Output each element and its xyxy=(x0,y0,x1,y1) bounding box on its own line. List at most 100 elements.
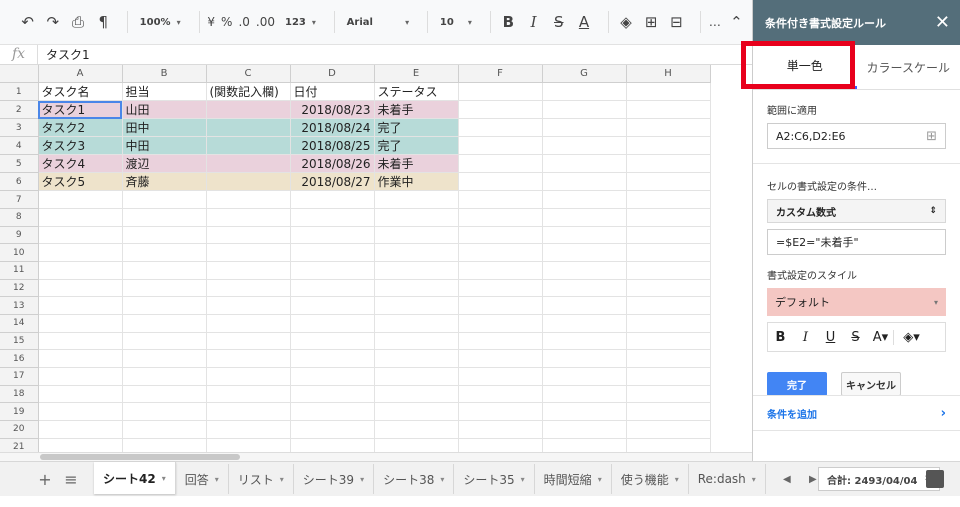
cell[interactable] xyxy=(206,332,291,351)
cell[interactable] xyxy=(626,420,711,439)
cell[interactable] xyxy=(206,367,291,386)
cell[interactable] xyxy=(38,349,123,369)
cell[interactable]: 完了 xyxy=(374,136,459,156)
cell[interactable] xyxy=(542,118,627,138)
increase-decimal-button[interactable]: .00 xyxy=(256,9,275,35)
cell[interactable]: (関数記入欄) xyxy=(206,82,291,102)
cell[interactable] xyxy=(626,172,711,192)
cell[interactable] xyxy=(206,314,291,333)
cell[interactable] xyxy=(374,279,459,298)
cell[interactable]: 2018/08/23 xyxy=(290,100,375,120)
cell[interactable] xyxy=(374,208,459,227)
cell[interactable] xyxy=(206,243,291,262)
cell[interactable] xyxy=(458,402,543,422)
fill-color-icon[interactable]: ◈▾ xyxy=(893,329,929,345)
cell[interactable] xyxy=(626,314,711,333)
cell[interactable] xyxy=(542,332,627,351)
done-button[interactable]: 完了 xyxy=(767,372,827,396)
borders-icon[interactable]: ⊞ xyxy=(642,9,661,35)
cell[interactable] xyxy=(38,367,123,386)
sheet-tab[interactable]: リスト xyxy=(229,464,294,494)
sheet-tab[interactable]: 使う機能 xyxy=(612,464,689,494)
cell[interactable] xyxy=(458,243,543,262)
merge-cells-icon[interactable]: ⊟ xyxy=(667,9,686,35)
row-header[interactable]: 20 xyxy=(0,420,39,439)
cell[interactable] xyxy=(206,296,291,315)
print-icon[interactable]: ⎙ xyxy=(68,9,87,35)
column-header[interactable]: D xyxy=(290,65,375,84)
cell[interactable] xyxy=(206,208,291,227)
cell[interactable] xyxy=(374,243,459,262)
cell[interactable] xyxy=(206,172,291,192)
cell[interactable] xyxy=(458,261,543,280)
cell[interactable] xyxy=(626,208,711,227)
cell[interactable] xyxy=(374,190,459,209)
cell[interactable]: 田中 xyxy=(122,118,207,138)
row-header[interactable]: 18 xyxy=(0,385,39,404)
cell[interactable] xyxy=(374,420,459,439)
cell[interactable] xyxy=(542,296,627,315)
column-header[interactable]: C xyxy=(206,65,291,84)
cell[interactable] xyxy=(290,349,375,369)
cell[interactable] xyxy=(458,208,543,227)
bold-icon[interactable]: B xyxy=(768,330,793,345)
cell[interactable]: 2018/08/25 xyxy=(290,136,375,156)
fill-color-icon[interactable]: ◈ xyxy=(616,9,635,35)
scrollbar-thumb[interactable] xyxy=(40,454,240,460)
cell[interactable] xyxy=(122,332,207,351)
strikethrough-icon[interactable]: S xyxy=(843,330,868,345)
cell[interactable] xyxy=(38,208,123,227)
cell[interactable] xyxy=(626,226,711,245)
cell[interactable] xyxy=(374,296,459,315)
cell[interactable] xyxy=(38,385,123,404)
redo-icon[interactable]: ↷ xyxy=(43,9,62,35)
cell[interactable] xyxy=(38,243,123,262)
currency-button[interactable]: ¥ xyxy=(207,9,215,35)
cell[interactable] xyxy=(38,314,123,333)
style-preset-select[interactable]: デフォルト ▾ xyxy=(767,288,946,316)
cell[interactable] xyxy=(626,261,711,280)
cell[interactable] xyxy=(206,261,291,280)
cell[interactable] xyxy=(206,385,291,404)
cell[interactable] xyxy=(38,279,123,298)
cell[interactable] xyxy=(458,136,543,156)
cell[interactable] xyxy=(290,296,375,315)
cell[interactable] xyxy=(374,367,459,386)
underline-icon[interactable]: U xyxy=(818,330,843,345)
cell[interactable] xyxy=(122,261,207,280)
cell[interactable] xyxy=(626,82,711,102)
cell[interactable] xyxy=(458,190,543,209)
column-header[interactable]: B xyxy=(122,65,207,84)
cell[interactable] xyxy=(290,208,375,227)
row-header[interactable]: 12 xyxy=(0,279,39,298)
column-header[interactable]: F xyxy=(458,65,543,84)
cell[interactable] xyxy=(122,314,207,333)
cell[interactable]: 完了 xyxy=(374,118,459,138)
decrease-decimal-button[interactable]: .0 xyxy=(238,9,249,35)
row-header[interactable]: 17 xyxy=(0,367,39,386)
row-header[interactable]: 13 xyxy=(0,296,39,315)
cell[interactable] xyxy=(38,332,123,351)
formula-input[interactable]: タスク1 xyxy=(38,46,90,63)
grid-select-icon[interactable]: ⊞ xyxy=(926,129,937,144)
cell[interactable] xyxy=(542,367,627,386)
cell[interactable] xyxy=(122,420,207,439)
cell[interactable] xyxy=(122,190,207,209)
cell[interactable] xyxy=(290,243,375,262)
cell[interactable]: 未着手 xyxy=(374,154,459,174)
cell[interactable]: タスク名 xyxy=(38,82,123,102)
cell[interactable] xyxy=(458,367,543,386)
sheet-tab[interactable]: シート35 xyxy=(454,464,535,494)
condition-select[interactable]: カスタム数式 ⇕ xyxy=(767,199,946,223)
cell[interactable] xyxy=(542,136,627,156)
cell[interactable] xyxy=(542,190,627,209)
sheet-tab[interactable]: 回答 xyxy=(176,464,229,494)
cell[interactable] xyxy=(626,190,711,209)
cell[interactable] xyxy=(290,332,375,351)
tab-color-scale[interactable]: カラースケール xyxy=(857,45,960,89)
number-format-select[interactable]: 123 xyxy=(281,9,320,35)
sheet-tab[interactable]: シート38 xyxy=(374,464,455,494)
cell[interactable] xyxy=(458,349,543,369)
row-header[interactable]: 7 xyxy=(0,190,39,209)
cell[interactable]: 未着手 xyxy=(374,100,459,120)
